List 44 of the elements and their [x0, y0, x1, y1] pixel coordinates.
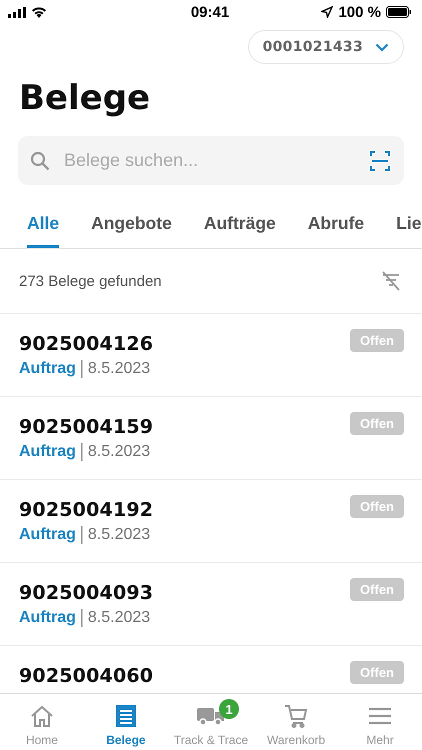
search-input[interactable]: Belege suchen...: [62, 149, 358, 172]
document-number[interactable]: 9025004159: [19, 416, 154, 438]
separator-line: [80, 609, 83, 627]
home-icon: [30, 705, 54, 727]
search-field[interactable]: Belege suchen...: [18, 136, 404, 185]
account-selector[interactable]: 0001021433: [248, 30, 404, 64]
document-type: Auftrag: [19, 443, 76, 461]
page-title: Belege: [19, 77, 152, 119]
filter-tab[interactable]: Abrufe: [308, 203, 364, 248]
wifi-icon: [31, 6, 47, 18]
filter-tab[interactable]: Lie: [396, 203, 422, 248]
document-date: 8.5.2023: [88, 360, 150, 378]
filter-off-icon[interactable]: [380, 270, 402, 292]
result-count: 273 Belege gefunden: [19, 272, 162, 290]
document-date: 8.5.2023: [88, 443, 150, 461]
cart-icon: [284, 704, 308, 728]
document-date: 8.5.2023: [88, 609, 150, 627]
battery-percentage: 100 %: [338, 4, 381, 20]
filter-tab[interactable]: Angebote: [91, 203, 172, 248]
document-number[interactable]: 9025004192: [19, 499, 154, 521]
signal-icon: [8, 6, 26, 18]
battery-icon: [386, 6, 412, 18]
filter-tab[interactable]: Aufträge: [204, 203, 276, 248]
filter-tab[interactable]: Alle: [27, 203, 60, 248]
document-number[interactable]: 9025004060: [19, 665, 154, 687]
clock: 09:41: [190, 4, 230, 20]
search-icon: [30, 150, 50, 170]
notification-badge: 1: [219, 699, 239, 719]
document-number[interactable]: 9025004093: [19, 582, 154, 604]
separator-line: [80, 526, 83, 544]
location-arrow-icon: [321, 6, 334, 18]
document-type: Auftrag: [19, 526, 76, 544]
truck-icon: [197, 706, 225, 726]
separator-line: [80, 360, 83, 378]
menu-icon: [368, 707, 392, 725]
document-type: Auftrag: [19, 360, 76, 378]
separator-line: [80, 443, 83, 461]
document-icon: [114, 704, 137, 728]
chevron-down-icon: [375, 42, 389, 52]
document-number[interactable]: 9025004126: [19, 333, 154, 355]
scan-icon[interactable]: [370, 150, 390, 170]
nav-tab[interactable]: Belege: [84, 694, 168, 750]
document-date: 8.5.2023: [88, 526, 150, 544]
document-type: Auftrag: [19, 609, 76, 627]
